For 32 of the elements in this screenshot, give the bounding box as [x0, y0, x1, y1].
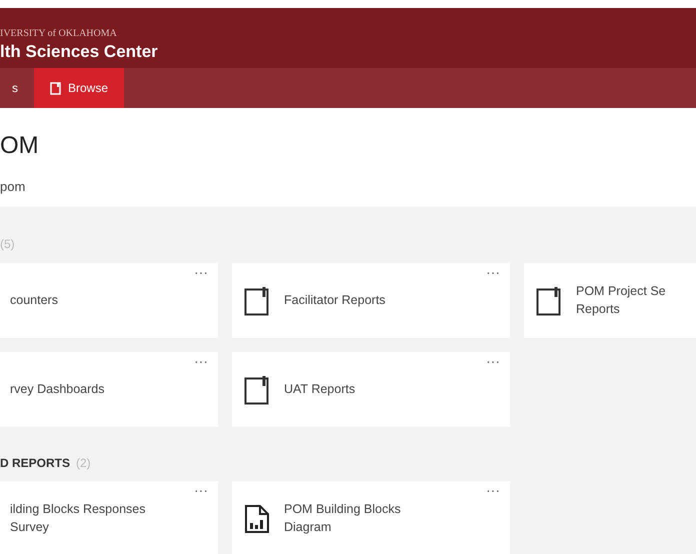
report-tile[interactable]: Facilitator Reports ···	[232, 263, 510, 338]
nav-tab[interactable]: s	[0, 68, 34, 108]
more-options[interactable]: ···	[194, 354, 208, 368]
document-icon	[536, 286, 562, 316]
section-heading: D REPORTS	[0, 455, 70, 472]
report-tile[interactable]: UAT Reports ···	[232, 352, 510, 427]
tile-title: counters	[10, 292, 58, 309]
report-tile[interactable]: POM Building Blocks Diagram ···	[232, 481, 510, 554]
nav-tab[interactable]: Browse	[34, 68, 124, 108]
more-options[interactable]: ···	[194, 265, 208, 279]
site-title: lth Sciences Center	[0, 42, 158, 62]
report-tile[interactable]: counters ···	[0, 263, 218, 338]
report-tile[interactable]: rvey Dashboards ···	[0, 352, 218, 427]
more-options[interactable]: ···	[486, 354, 500, 368]
page-title: OM	[0, 134, 39, 158]
page-subtitle: pom	[0, 178, 26, 196]
chart-report-icon	[244, 504, 270, 534]
tile-title: POM Building Blocks Diagram	[284, 501, 401, 536]
tile-title: POM Project Se Reports	[576, 283, 666, 318]
more-options[interactable]: ···	[194, 483, 208, 497]
document-icon	[50, 82, 62, 94]
report-tile[interactable]: POM Project Se Reports	[524, 263, 696, 338]
tile-title: ilding Blocks Responses Survey	[10, 501, 146, 536]
organization-name: IVERSITY of OKLAHOMA	[0, 29, 117, 39]
tile-title: rvey Dashboards	[10, 380, 104, 398]
document-icon	[244, 374, 270, 404]
more-options[interactable]: ···	[486, 265, 500, 279]
document-icon	[244, 286, 270, 316]
report-tile[interactable]: ilding Blocks Responses Survey ···	[0, 481, 218, 554]
tile-title: UAT Reports	[284, 380, 356, 398]
tile-title: Facilitator Reports	[284, 292, 386, 309]
more-options[interactable]: ···	[486, 483, 500, 497]
